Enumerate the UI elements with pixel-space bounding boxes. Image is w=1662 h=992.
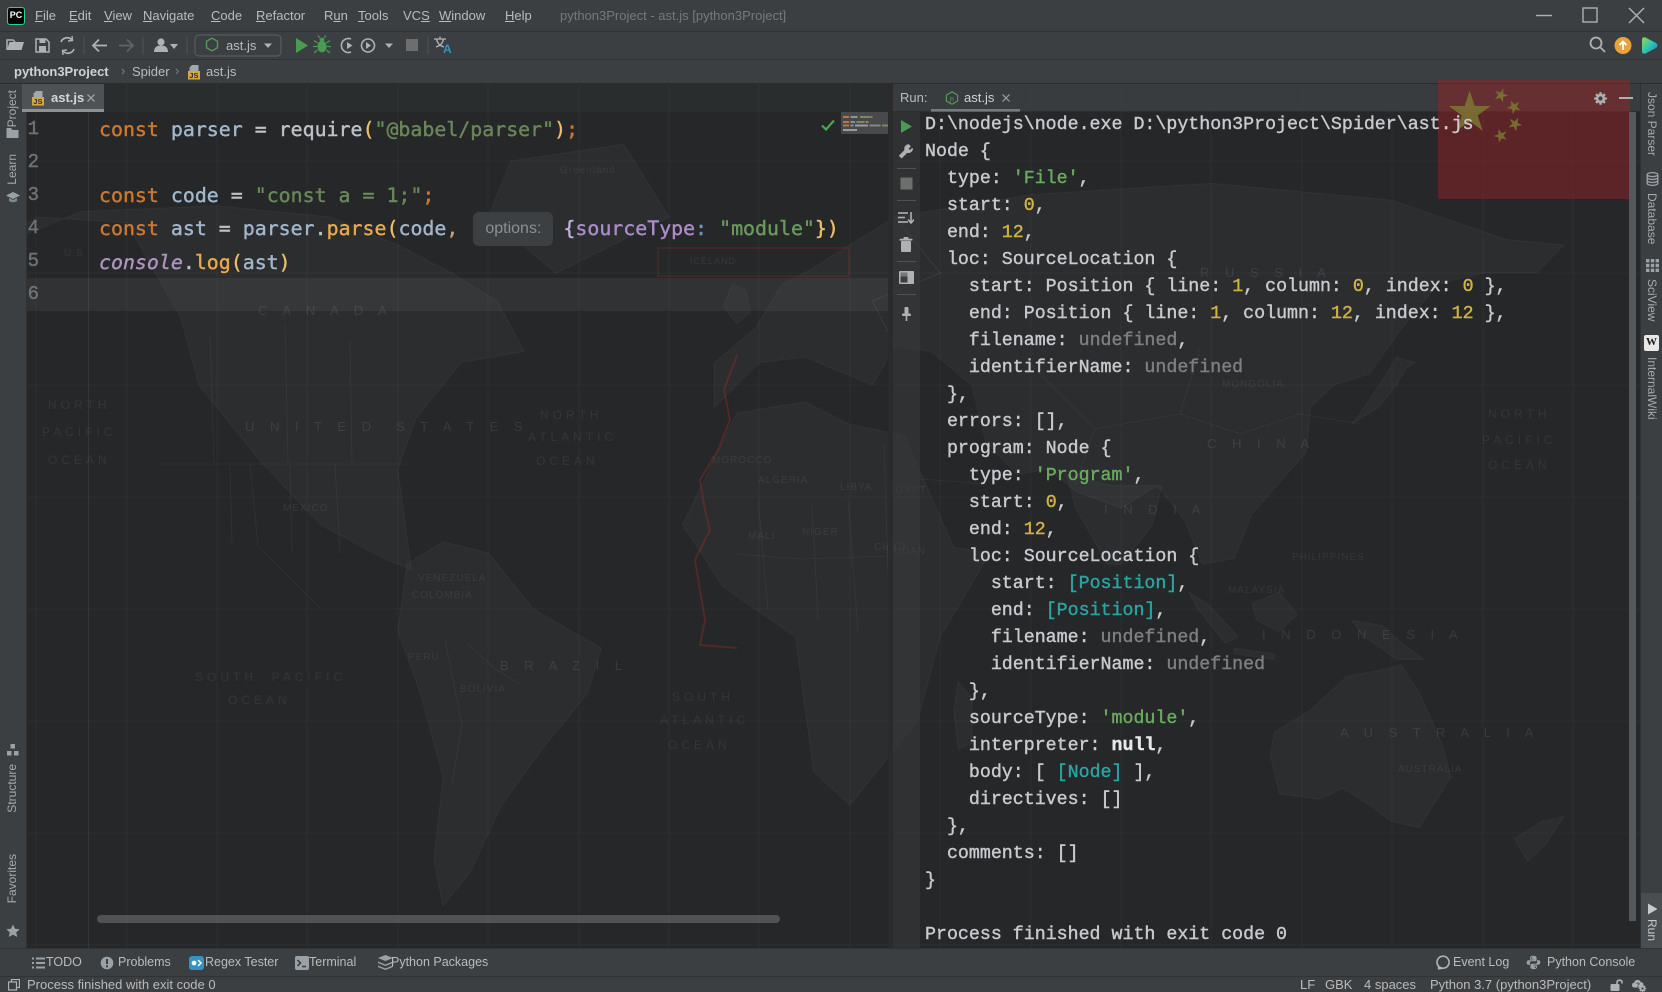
svg-text:A: A	[443, 42, 452, 56]
svg-text:?: ?	[1636, 982, 1640, 989]
svg-text:ast.js: ast.js	[226, 38, 257, 53]
svg-text:JS: JS	[189, 71, 198, 80]
svg-text:js: js	[949, 97, 954, 103]
svg-text:JS: JS	[33, 97, 42, 106]
